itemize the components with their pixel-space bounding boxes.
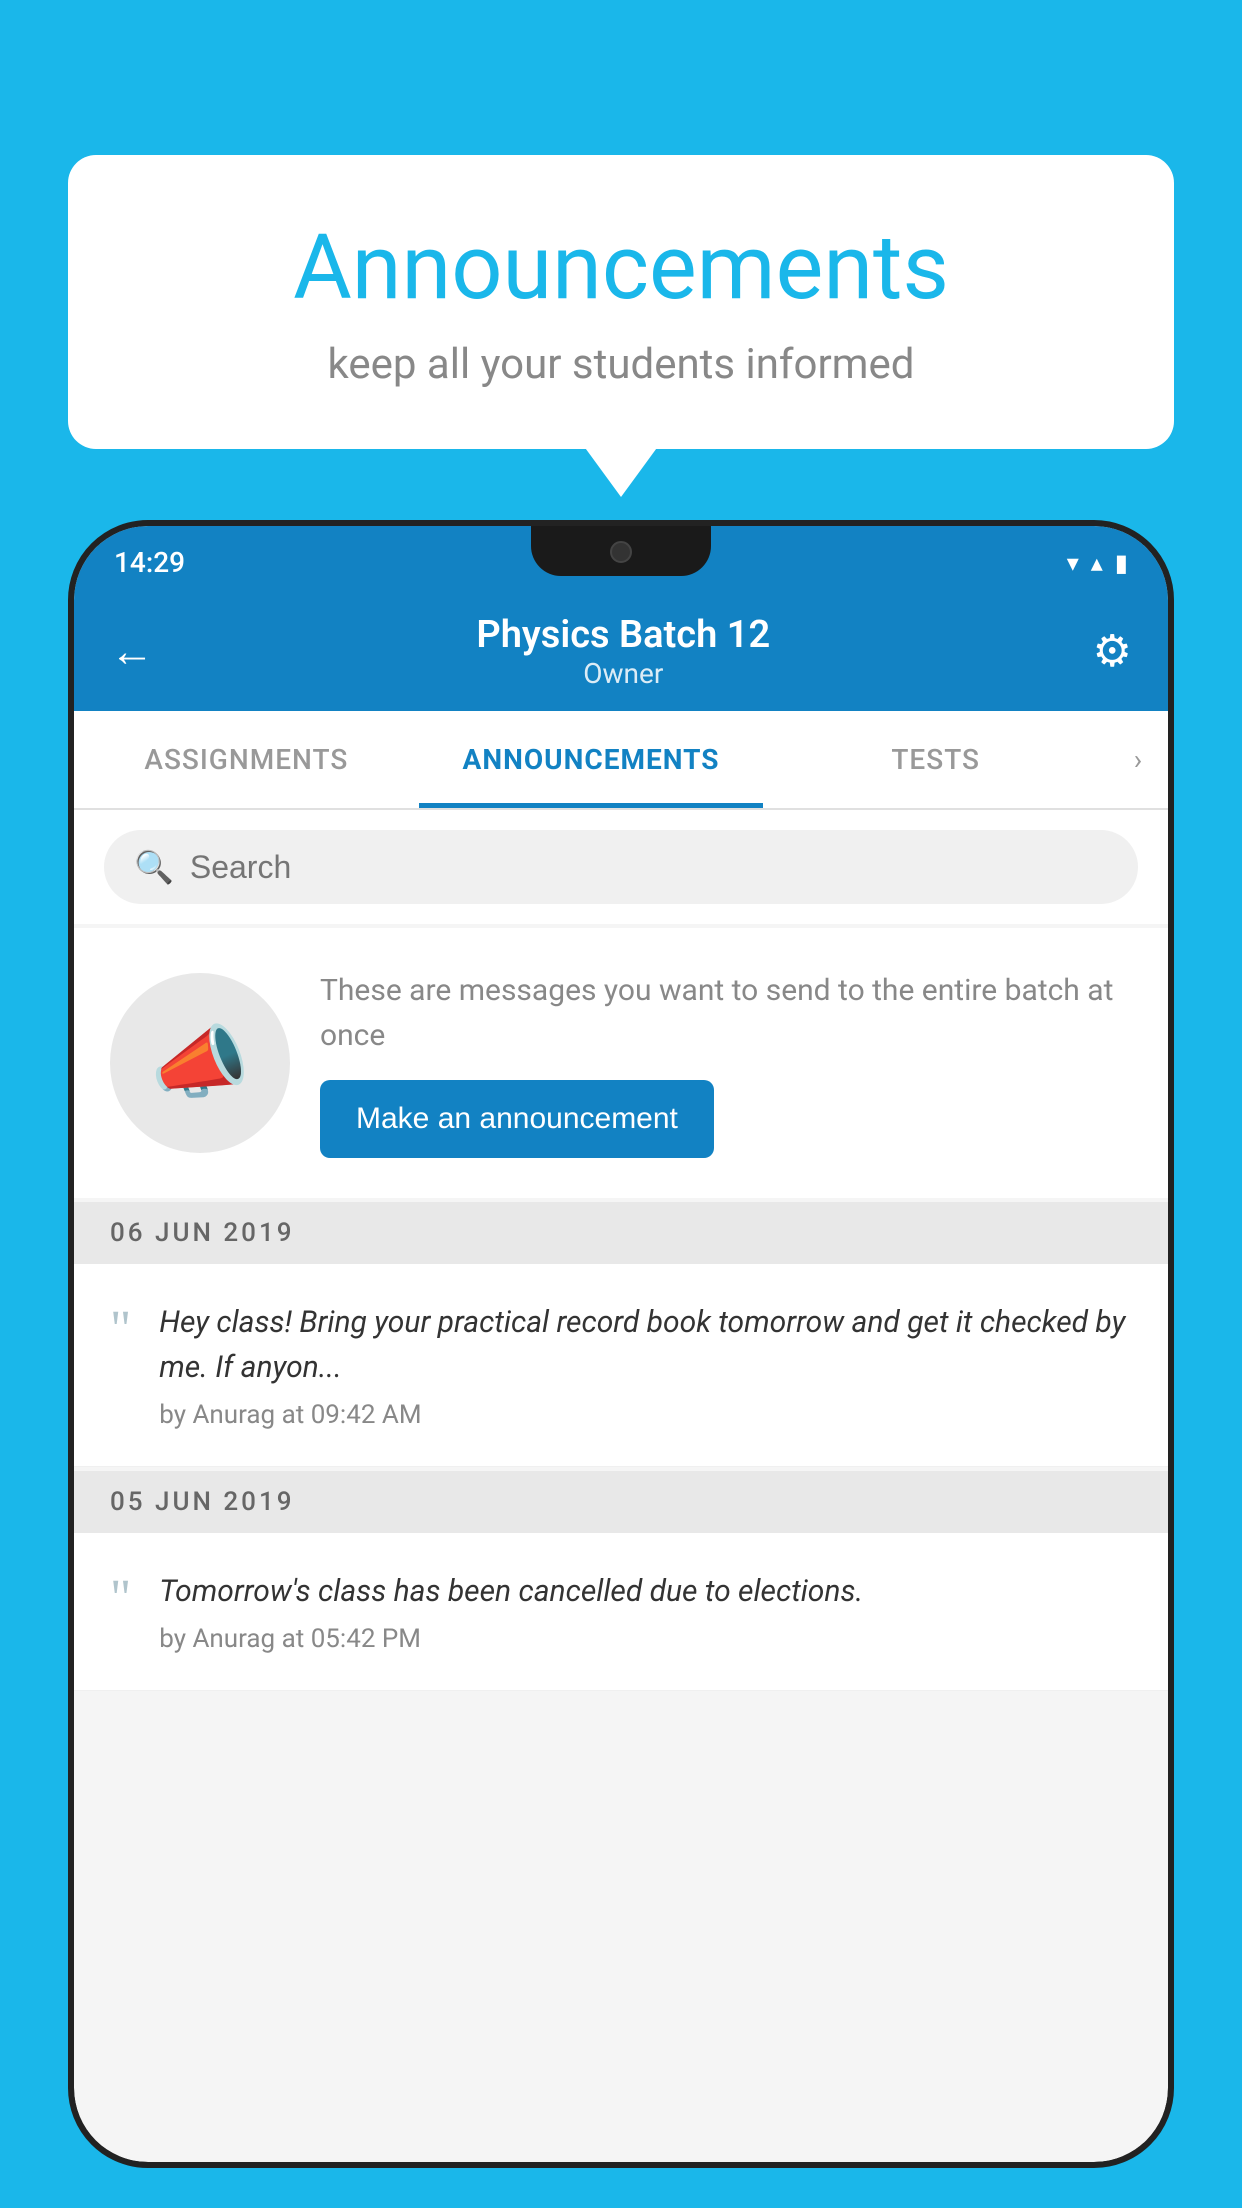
back-button[interactable]: ← — [110, 625, 154, 677]
speech-bubble: Announcements keep all your students inf… — [68, 155, 1174, 449]
promo-description: These are messages you want to send to t… — [320, 968, 1132, 1058]
make-announcement-button[interactable]: Make an announcement — [320, 1080, 714, 1158]
power-button — [1168, 846, 1174, 986]
message-author-1: by Anurag at 09:42 AM — [159, 1400, 1132, 1430]
message-content-1: Hey class! Bring your practical record b… — [159, 1300, 1132, 1430]
tab-assignments[interactable]: ASSIGNMENTS — [74, 711, 419, 808]
promo-icon-circle: 📣 — [110, 973, 290, 1153]
search-bar: 🔍 — [104, 830, 1138, 904]
search-bar-container: 🔍 — [74, 810, 1168, 924]
message-author-2: by Anurag at 05:42 PM — [159, 1624, 1132, 1654]
tab-announcements[interactable]: ANNOUNCEMENTS — [419, 711, 764, 808]
message-text-1: Hey class! Bring your practical record b… — [159, 1300, 1132, 1390]
promo-section: 📣 These are messages you want to send to… — [74, 928, 1168, 1198]
quote-icon-1: " — [110, 1304, 131, 1356]
tab-tests[interactable]: TESTS — [763, 711, 1108, 808]
promo-content: These are messages you want to send to t… — [320, 968, 1132, 1158]
search-icon: 🔍 — [134, 848, 174, 886]
phone-screen: 14:29 ▾ ▴ ▮ ← Physics Batch 12 Owner ⚙ A… — [74, 526, 1168, 2162]
battery-icon: ▮ — [1115, 549, 1128, 577]
search-input[interactable] — [190, 849, 1108, 886]
message-text-2: Tomorrow's class has been cancelled due … — [159, 1569, 1132, 1614]
status-icons: ▾ ▴ ▮ — [1067, 549, 1128, 577]
status-time: 14:29 — [114, 546, 185, 579]
megaphone-icon: 📣 — [150, 1016, 250, 1110]
speech-bubble-container: Announcements keep all your students inf… — [68, 155, 1174, 449]
signal-icon: ▴ — [1091, 549, 1103, 577]
settings-icon[interactable]: ⚙ — [1093, 625, 1132, 677]
phone-camera — [610, 541, 632, 563]
date-separator-2: 05 JUN 2019 — [74, 1471, 1168, 1533]
phone-notch — [531, 526, 711, 576]
wifi-icon: ▾ — [1067, 549, 1079, 577]
announcement-item-2[interactable]: " Tomorrow's class has been cancelled du… — [74, 1533, 1168, 1691]
app-bar-title: Physics Batch 12 — [476, 613, 770, 657]
app-bar-subtitle: Owner — [476, 657, 770, 690]
phone-frame: 14:29 ▾ ▴ ▮ ← Physics Batch 12 Owner ⚙ A… — [68, 520, 1174, 2168]
tab-more[interactable]: › — [1108, 711, 1168, 808]
app-bar-title-container: Physics Batch 12 Owner — [476, 613, 770, 690]
announcement-item-1[interactable]: " Hey class! Bring your practical record… — [74, 1264, 1168, 1467]
content-area: 🔍 📣 These are messages you want to send … — [74, 810, 1168, 1691]
app-bar: ← Physics Batch 12 Owner ⚙ — [74, 591, 1168, 711]
tabs-container: ASSIGNMENTS ANNOUNCEMENTS TESTS › — [74, 711, 1168, 810]
date-separator-1: 06 JUN 2019 — [74, 1202, 1168, 1264]
quote-icon-2: " — [110, 1573, 131, 1625]
announcements-subtitle: keep all your students informed — [148, 340, 1094, 389]
announcements-title: Announcements — [148, 215, 1094, 320]
message-content-2: Tomorrow's class has been cancelled due … — [159, 1569, 1132, 1654]
